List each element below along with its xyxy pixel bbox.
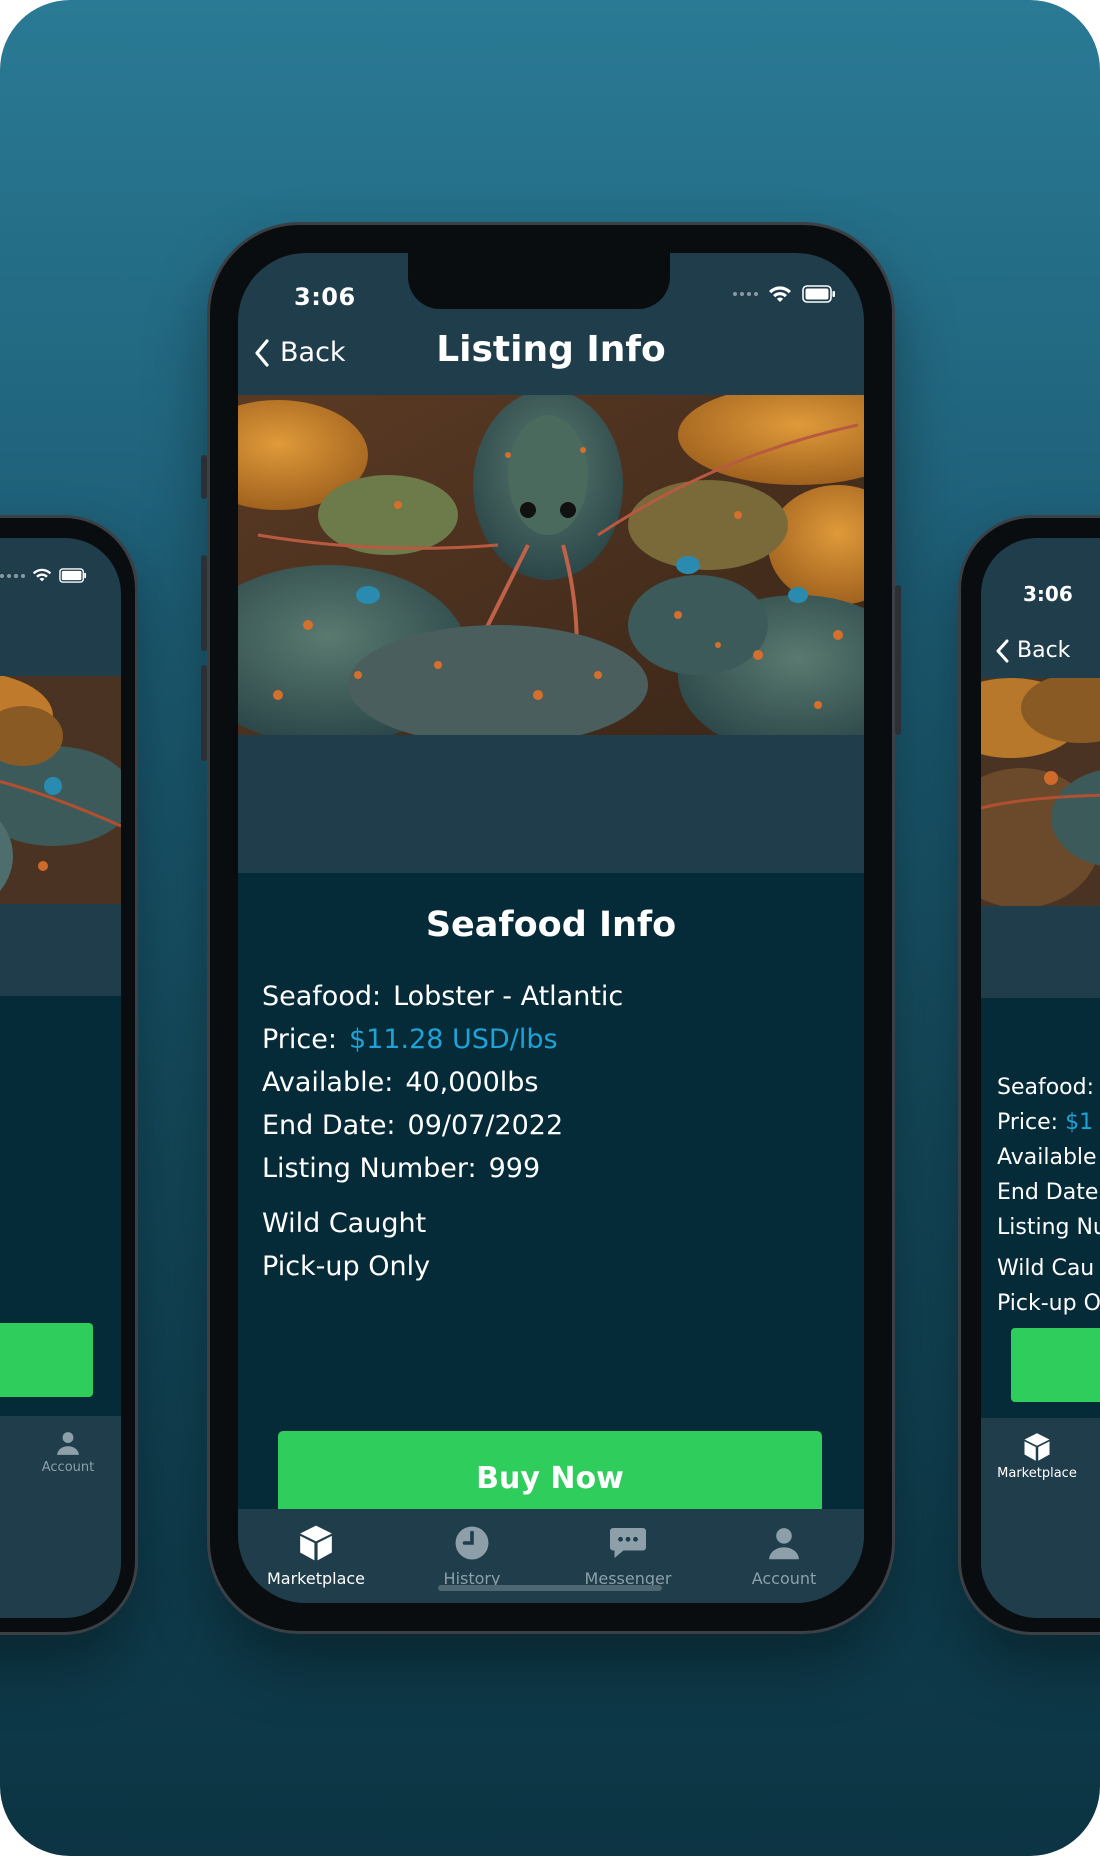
battery-icon bbox=[59, 568, 87, 583]
end-date-label: End Date: bbox=[262, 1110, 396, 1141]
wifi-icon bbox=[32, 568, 52, 582]
mute-switch bbox=[201, 455, 207, 499]
available-label: Available: bbox=[262, 1067, 394, 1098]
right-gap bbox=[981, 906, 1100, 998]
tab-history[interactable]: History bbox=[394, 1521, 550, 1588]
left-status-icons bbox=[0, 568, 87, 583]
seafood-value: Lobster - Atlantic bbox=[393, 981, 624, 1012]
status-time: 3:06 bbox=[294, 283, 356, 311]
left-gap bbox=[0, 904, 121, 996]
left-phone-screen: Account bbox=[0, 538, 121, 1618]
right-available-row: Available bbox=[997, 1145, 1097, 1170]
price-row: Price: $11.28 USD/lbs bbox=[262, 1018, 623, 1061]
tab-account-label: Account bbox=[751, 1569, 817, 1588]
main-phone-frame: 3:06 Back Listing Info Seafood Info Seaf… bbox=[201, 222, 901, 1634]
left-buy-button[interactable] bbox=[0, 1323, 93, 1397]
tab-bar: Marketplace History Messenger Account bbox=[238, 1509, 864, 1603]
end-date-value: 09/07/2022 bbox=[407, 1110, 564, 1141]
left-phone-frame: Account bbox=[0, 515, 138, 1635]
tab-marketplace-label: Marketplace bbox=[266, 1569, 366, 1588]
right-listing-row: Listing Nu bbox=[997, 1215, 1100, 1240]
listing-number-value: 999 bbox=[488, 1153, 541, 1184]
price-value: $11.28 USD/lbs bbox=[348, 1024, 558, 1055]
person-icon bbox=[769, 1528, 799, 1560]
right-seafood-row: Seafood: bbox=[997, 1070, 1100, 1105]
right-tab-marketplace[interactable]: Marketplace bbox=[987, 1432, 1087, 1481]
person-icon bbox=[57, 1432, 79, 1455]
seafood-label: Seafood: bbox=[262, 981, 382, 1012]
right-tab-marketplace-label: Marketplace bbox=[997, 1466, 1077, 1481]
volume-up-button bbox=[201, 555, 207, 651]
clock-icon bbox=[455, 1526, 489, 1560]
right-status-time: 3:06 bbox=[1023, 582, 1073, 606]
left-tab-account-label: Account bbox=[41, 1460, 95, 1475]
right-attr-1: Wild Cau bbox=[997, 1256, 1095, 1281]
right-info-lines: Seafood: Price: $1 Available End Date Li… bbox=[997, 1070, 1100, 1321]
left-hero-image bbox=[0, 676, 121, 904]
info-lines: Seafood: Lobster - Atlantic Price: $11.28 … bbox=[262, 975, 623, 1288]
status-icons bbox=[733, 285, 836, 303]
right-buy-button[interactable] bbox=[1011, 1328, 1100, 1402]
chevron-left-icon bbox=[996, 639, 1009, 662]
right-price-label: Price: bbox=[997, 1110, 1059, 1135]
chat-icon bbox=[610, 1528, 646, 1558]
available-value: 40,000lbs bbox=[405, 1067, 539, 1098]
photo-spacer bbox=[238, 735, 864, 873]
tab-messenger[interactable]: Messenger bbox=[550, 1521, 706, 1588]
right-price-row: Price: $1 bbox=[997, 1105, 1100, 1140]
right-phone-frame: 3:06 Back Seafood: Price: $1 Available E… bbox=[958, 515, 1100, 1635]
listing-photo bbox=[238, 395, 864, 735]
listing-number-row: Listing Number: 999 bbox=[262, 1147, 623, 1190]
section-title: Seafood Info bbox=[425, 905, 677, 945]
signal-dots-icon bbox=[0, 573, 25, 578]
tab-account[interactable]: Account bbox=[706, 1521, 862, 1588]
available-row: Available: 40,000lbs bbox=[262, 1061, 623, 1104]
box-icon bbox=[1024, 1433, 1050, 1461]
page-title: Listing Info bbox=[436, 329, 666, 370]
price-label: Price: bbox=[262, 1024, 337, 1055]
box-icon bbox=[300, 1525, 332, 1561]
lobster-photo-icon bbox=[238, 395, 864, 735]
power-button bbox=[895, 585, 901, 735]
tab-marketplace[interactable]: Marketplace bbox=[238, 1521, 394, 1588]
signal-dots-icon bbox=[733, 292, 758, 296]
right-price-value: $1 bbox=[1065, 1110, 1094, 1135]
home-indicator[interactable] bbox=[438, 1585, 662, 1591]
wifi-icon bbox=[769, 286, 791, 302]
listing-number-label: Listing Number: bbox=[262, 1153, 477, 1184]
right-hero-image bbox=[981, 678, 1100, 906]
main-phone-screen: 3:06 Back Listing Info Seafood Info Seaf… bbox=[238, 253, 864, 1603]
battery-icon bbox=[802, 285, 835, 303]
right-phone-screen: 3:06 Back Seafood: Price: $1 Available E… bbox=[981, 538, 1100, 1618]
right-back-label: Back bbox=[1017, 638, 1071, 663]
right-seafood-label: Seafood: bbox=[997, 1075, 1095, 1100]
background-canvas: Account 3:06 Back Seafood: Price: $1 Ava… bbox=[0, 0, 1100, 1856]
notch bbox=[408, 253, 670, 309]
left-tabbar: Account bbox=[0, 1416, 121, 1618]
end-date-row: End Date: 09/07/2022 bbox=[262, 1104, 623, 1147]
right-end-date-row: End Date bbox=[997, 1180, 1099, 1205]
navigation-bar: Back Listing Info bbox=[238, 321, 864, 395]
right-attr-2: Pick-up O bbox=[997, 1291, 1100, 1316]
attribute-pickup-only: Pick-up Only bbox=[262, 1251, 431, 1282]
seafood-info-panel: Seafood Info Seafood: Lobster - Atlantic … bbox=[238, 873, 864, 1513]
right-tabbar: Marketplace bbox=[981, 1418, 1100, 1618]
attribute-wild-caught: Wild Caught bbox=[262, 1208, 427, 1239]
left-tab-account[interactable]: Account bbox=[23, 1430, 113, 1475]
seafood-row: Seafood: Lobster - Atlantic bbox=[262, 975, 623, 1018]
volume-down-button bbox=[201, 665, 207, 761]
right-back-button[interactable]: Back bbox=[995, 638, 1070, 663]
